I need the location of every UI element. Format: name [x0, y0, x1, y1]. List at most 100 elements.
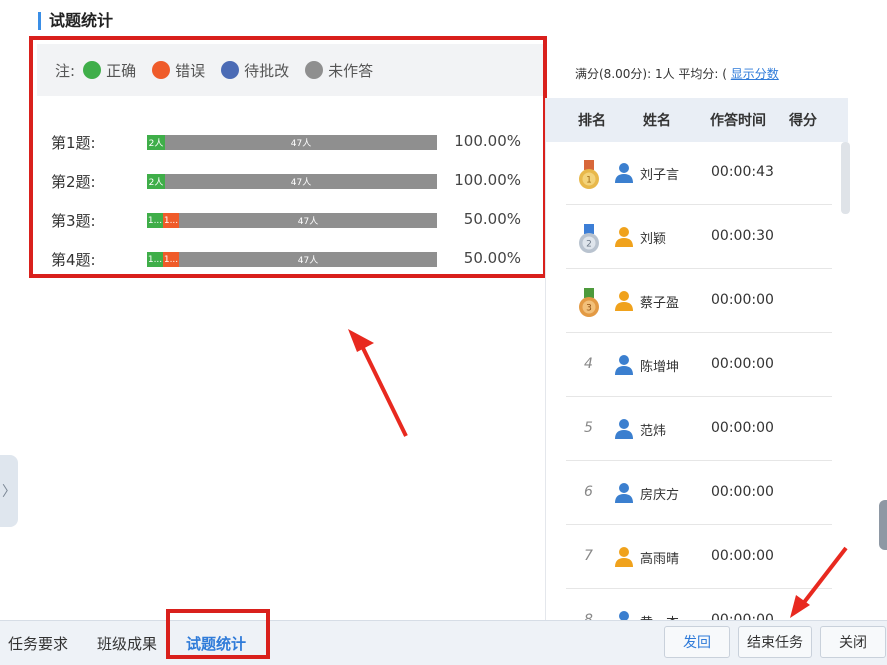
student-name: 范炜	[640, 424, 667, 439]
unanswered-segment: 47人	[165, 174, 437, 189]
header-time[interactable]: 作答时间	[710, 110, 766, 130]
answer-time: 00:00:43	[711, 164, 774, 180]
ranking-row[interactable]: 7 高雨晴 00:00:00	[566, 526, 832, 589]
annotation-arrow-up	[348, 329, 408, 437]
wrong-segment: 1...	[163, 252, 179, 267]
question-row-4[interactable]: 第4题: 1... 1... 47人 50.00%	[51, 249, 521, 269]
question-percent: 50.00%	[463, 210, 521, 228]
tab-task-requirements[interactable]: 任务要求	[8, 633, 68, 654]
green-dot-icon	[83, 61, 102, 79]
ranking-row[interactable]: 1 刘子言 00:00:43	[566, 142, 832, 205]
rank-number: 4	[584, 356, 593, 372]
show-score-link[interactable]: 显示分数	[731, 67, 779, 81]
section-title: 试题统计	[38, 12, 113, 30]
question-bar[interactable]: 2人 47人	[147, 135, 437, 150]
rank-number: 6	[584, 484, 593, 500]
rank-number: 5	[584, 420, 593, 436]
ranking-scrollbar[interactable]	[841, 142, 850, 214]
question-percent: 50.00%	[463, 249, 521, 267]
answer-time: 00:00:00	[711, 356, 774, 372]
gold-medal-icon: 1	[579, 160, 599, 189]
right-side-handle[interactable]	[879, 500, 887, 550]
header-score[interactable]: 得分	[789, 110, 817, 130]
svg-text:3: 3	[586, 304, 592, 314]
legend: 注: 正确 错误 待批改 未作答	[37, 44, 543, 96]
svg-text:2: 2	[586, 240, 592, 250]
question-row-3[interactable]: 第3题: 1... 1... 47人 50.00%	[51, 210, 521, 230]
student-name: 陈增坤	[640, 360, 680, 375]
legend-note: 注:	[55, 61, 76, 80]
ranking-row[interactable]: 5 范炜 00:00:00	[566, 398, 832, 461]
question-row-2[interactable]: 第2题: 2人 47人 100.00%	[51, 171, 521, 191]
wrong-segment: 1...	[163, 213, 179, 228]
answer-time: 00:00:00	[711, 484, 774, 500]
question-label: 第3题:	[51, 212, 96, 230]
unanswered-segment: 47人	[179, 213, 437, 228]
ranking-row[interactable]: 2 刘颖 00:00:30	[566, 206, 832, 269]
question-bar[interactable]: 1... 1... 47人	[147, 252, 437, 267]
ranking-panel: 排名 姓名 作答时间 得分 1 刘子言 00:00:43 2 刘颖 00:00:…	[545, 98, 848, 628]
legend-item-unanswered: 未作答	[305, 60, 373, 81]
answer-time: 00:00:00	[711, 420, 774, 436]
student-name: 刘子言	[640, 168, 680, 183]
ranking-row[interactable]: 6 房庆方 00:00:00	[566, 462, 832, 525]
legend-label: 未作答	[328, 61, 374, 80]
answer-time: 00:00:00	[711, 292, 774, 308]
question-row-1[interactable]: 第1题: 2人 47人 100.00%	[51, 132, 521, 152]
question-percent: 100.00%	[454, 132, 521, 150]
question-label: 第2题:	[51, 173, 96, 191]
score-summary-text: 满分(8.00分): 1人 平均分: (	[575, 67, 727, 81]
legend-label: 正确	[106, 61, 137, 80]
question-stats-panel: 注: 正确 错误 待批改 未作答 第1题: 2人 47人 100.00% 第2题…	[29, 36, 547, 278]
answer-time: 00:00:30	[711, 228, 774, 244]
user-female-icon	[615, 547, 633, 567]
question-percent: 100.00%	[454, 171, 521, 189]
student-name: 刘颖	[640, 232, 667, 247]
expand-side-tab[interactable]: 〉	[0, 455, 18, 527]
correct-segment: 1...	[147, 213, 163, 228]
correct-segment: 2人	[147, 174, 165, 189]
answer-time: 00:00:00	[711, 548, 774, 564]
user-male-icon	[615, 483, 633, 503]
ranking-header: 排名 姓名 作答时间 得分	[546, 98, 848, 142]
unanswered-segment: 47人	[179, 252, 437, 267]
legend-label: 错误	[175, 61, 206, 80]
user-female-icon	[615, 291, 633, 311]
user-female-icon	[615, 227, 633, 247]
ranking-row[interactable]: 4 陈增坤 00:00:00	[566, 334, 832, 397]
end-task-button[interactable]: 结束任务	[738, 626, 812, 658]
legend-label: 待批改	[244, 61, 290, 80]
student-name: 蔡子盈	[640, 296, 680, 311]
legend-item-wrong: 错误	[152, 60, 205, 81]
return-button[interactable]: 发回	[664, 626, 730, 658]
unanswered-segment: 47人	[165, 135, 437, 150]
user-male-icon	[615, 163, 633, 183]
question-bar[interactable]: 1... 1... 47人	[147, 213, 437, 228]
header-rank[interactable]: 排名	[578, 110, 606, 130]
ranking-row[interactable]: 3 蔡子盈 00:00:00	[566, 270, 832, 333]
header-name[interactable]: 姓名	[643, 110, 671, 130]
question-bar[interactable]: 2人 47人	[147, 174, 437, 189]
correct-segment: 2人	[147, 135, 165, 150]
highlight-box	[166, 609, 270, 659]
legend-item-correct: 正确	[83, 60, 136, 81]
svg-text:1: 1	[586, 176, 592, 186]
question-label: 第1题:	[51, 134, 96, 152]
user-male-icon	[615, 419, 633, 439]
close-button[interactable]: 关闭	[820, 626, 886, 658]
legend-item-pending: 待批改	[221, 60, 289, 81]
question-label: 第4题:	[51, 251, 96, 269]
score-summary: 满分(8.00分): 1人 平均分: ( 显示分数	[575, 65, 837, 82]
correct-segment: 1...	[147, 252, 163, 267]
orange-dot-icon	[152, 61, 171, 79]
student-name: 房庆方	[640, 488, 680, 503]
tab-class-results[interactable]: 班级成果	[97, 633, 157, 654]
user-male-icon	[615, 355, 633, 375]
chevron-right-icon: 〉	[2, 484, 16, 500]
bronze-medal-icon: 3	[579, 288, 599, 317]
rank-number: 7	[584, 548, 593, 564]
gray-dot-icon	[305, 61, 324, 79]
student-name: 高雨晴	[640, 552, 680, 567]
silver-medal-icon: 2	[579, 224, 599, 253]
blue-dot-icon	[221, 61, 240, 79]
